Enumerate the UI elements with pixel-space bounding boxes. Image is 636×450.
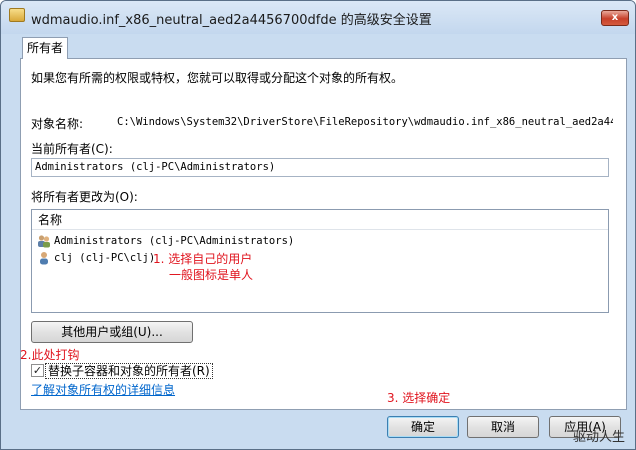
column-header-name[interactable]: 名称 — [32, 210, 608, 230]
close-button[interactable]: x — [601, 10, 629, 26]
owner-list: 名称 Administrators (clj-PC\Administrators… — [31, 209, 609, 313]
change-owner-label: 将所有者更改为(O): — [31, 190, 138, 204]
object-name-value: C:\Windows\System32\DriverStore\FileRepo… — [117, 116, 613, 128]
folder-icon — [9, 8, 25, 22]
learn-ownership-link[interactable]: 了解对象所有权的详细信息 — [31, 381, 175, 398]
watermark: 驱动人生 — [572, 430, 625, 445]
object-name-label: 对象名称: — [31, 117, 84, 131]
list-item-label: Administrators (clj-PC\Administrators) — [54, 235, 295, 247]
user-icon — [40, 252, 48, 265]
intro-text: 如果您有所需的权限或特权，您就可以取得或分配这个对象的所有权。 — [31, 71, 404, 85]
list-item-clj[interactable]: clj (clj-PC\clj) — [37, 250, 155, 266]
annotation-single-icon: 一般图标是单人 — [169, 268, 254, 282]
annotation-confirm: 3. 选择确定 — [387, 391, 451, 405]
current-owner-field: Administrators (clj-PC\Administrators) — [31, 158, 609, 177]
annotation-select-user: 1. 选择自己的用户 — [153, 252, 253, 266]
cancel-button[interactable]: 取消 — [467, 416, 539, 438]
security-settings-window: wdmaudio.inf_x86_neutral_aed2a4456700dfd… — [0, 0, 636, 450]
current-owner-label: 当前所有者(C): — [31, 142, 113, 156]
user-group-icon — [38, 235, 50, 248]
list-item-administrators[interactable]: Administrators (clj-PC\Administrators) — [37, 233, 294, 249]
tab-owner[interactable]: 所有者 — [22, 37, 68, 59]
annotation-check-here: 2.此处打钩 — [20, 348, 80, 362]
list-item-label: clj (clj-PC\clj) — [54, 252, 156, 264]
replace-owner-checkbox[interactable]: ✓ — [31, 364, 44, 377]
window-title: wdmaudio.inf_x86_neutral_aed2a4456700dfd… — [31, 13, 432, 28]
title-bar: wdmaudio.inf_x86_neutral_aed2a4456700dfd… — [1, 1, 635, 34]
other-users-button[interactable]: 其他用户或组(U)... — [31, 321, 193, 343]
replace-owner-label[interactable]: 替换子容器和对象的所有者(R) — [45, 363, 213, 379]
ok-button[interactable]: 确定 — [387, 416, 459, 438]
